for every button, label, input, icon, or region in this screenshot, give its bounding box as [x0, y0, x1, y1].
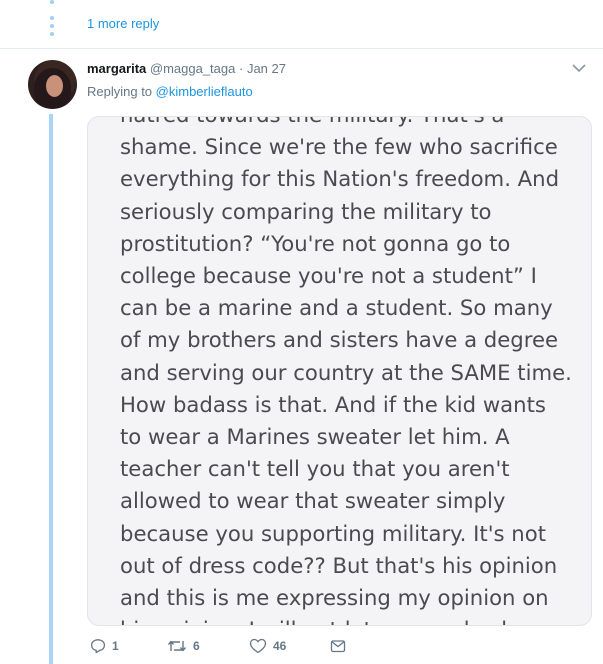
image-text-line: to wear a Marines sweater let him. A: [120, 424, 510, 450]
image-text-line: and this is me expressing my opinion on: [120, 585, 549, 611]
image-text-line: his opinion. I will not let anyone bash …: [120, 614, 590, 625]
retweet-count: 6: [193, 639, 200, 653]
image-text-line: of my brothers and sisters have a degree: [120, 327, 559, 353]
tweet-date[interactable]: Jan 27: [247, 61, 286, 76]
user-handle[interactable]: @magga_taga: [150, 61, 235, 76]
replying-to-link[interactable]: @kimberlieflauto: [156, 84, 253, 99]
image-text-line: shame. Since we're the few who sacrifice: [120, 134, 558, 160]
thread-dots: [50, 0, 54, 40]
user-name[interactable]: margarita: [87, 61, 146, 76]
message-button[interactable]: [330, 636, 346, 656]
image-text-line: hatred towards the military. That's a: [120, 117, 590, 131]
image-text-line: teacher can't tell you that you aren't: [120, 456, 510, 482]
tweet-header: margarita @magga_taga · Jan 27: [87, 60, 286, 77]
separator: ·: [238, 61, 244, 76]
tweet-actions: 1 6 46: [87, 636, 467, 656]
replying-to: Replying to @kimberlieflauto: [87, 84, 253, 99]
retweet-icon: [167, 640, 187, 652]
image-text-line: out of dress code?? But that's his opini…: [120, 552, 558, 578]
image-text-line: seriously comparing the military to: [120, 198, 492, 224]
more-replies-link[interactable]: 1 more reply: [87, 16, 159, 31]
reply-count: 1: [112, 639, 119, 653]
image-text-line: college because you're not a student” I: [120, 263, 537, 289]
like-button[interactable]: 46: [249, 636, 286, 656]
reply-icon: [90, 639, 106, 654]
like-icon: [249, 638, 267, 654]
image-text-line: can be a marine and a student. So many: [120, 295, 553, 321]
message-icon: [330, 640, 346, 653]
reply-button[interactable]: 1: [90, 636, 119, 656]
image-text: hatred towards the military. That's a sha…: [120, 117, 590, 625]
like-count: 46: [273, 639, 287, 653]
replying-prefix: Replying to: [87, 84, 156, 99]
image-text-line: How badass is that. And if the kid wants: [120, 391, 546, 417]
image-text-line: and serving our country at the SAME time…: [120, 359, 572, 385]
avatar[interactable]: [28, 60, 77, 109]
image-text-line: prostitution? “You're not gonna go to: [120, 230, 511, 256]
chevron-down-icon[interactable]: [572, 62, 586, 74]
thread-connector-line: [49, 114, 53, 664]
previous-thread-footer: 1 more reply: [0, 0, 603, 49]
tweet-image[interactable]: hatred towards the military. That's a sha…: [87, 116, 592, 626]
image-text-line: allowed to wear that sweater simply: [120, 488, 506, 514]
image-text-line: everything for this Nation's freedom. An…: [120, 166, 560, 192]
retweet-button[interactable]: 6: [167, 636, 200, 656]
image-text-line: because you supporting military. It's no…: [120, 520, 547, 546]
